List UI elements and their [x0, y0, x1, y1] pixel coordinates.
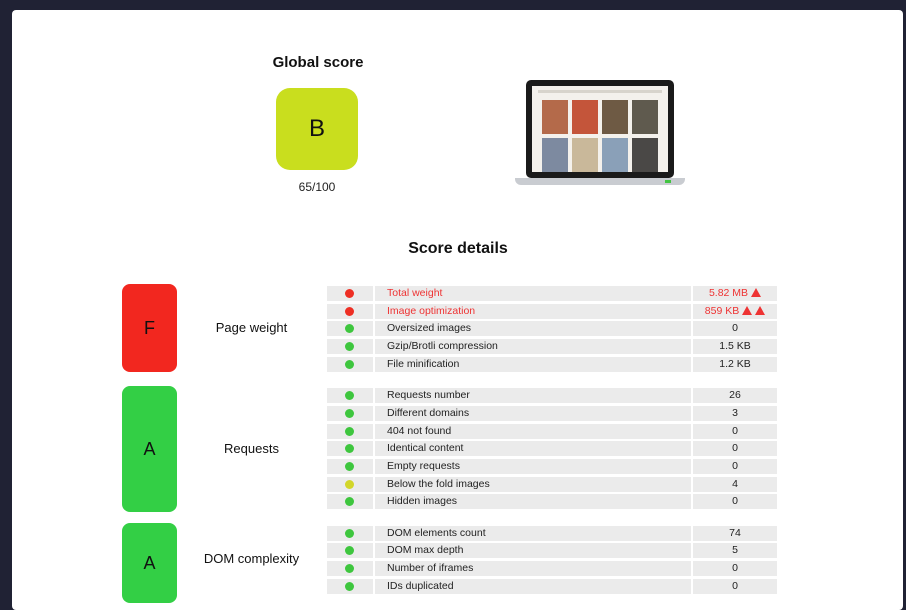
status-dot-icon: [345, 360, 354, 369]
category-grade-letter: A: [143, 438, 156, 459]
metric-value: 0: [693, 459, 777, 474]
category-grade-letter: A: [143, 552, 156, 573]
metric-name: Empty requests: [375, 459, 691, 474]
status-dot-icon: [345, 444, 354, 453]
status-dot-icon: [345, 582, 354, 591]
metric-row: Below the fold images 4: [327, 477, 777, 492]
metric-row: Total weight 5.82 MB: [327, 286, 777, 301]
category-grade-letter: F: [144, 317, 155, 338]
status-dot-icon: [345, 546, 354, 555]
metric-name: Hidden images: [375, 494, 691, 509]
page-screenshot-preview: [515, 80, 685, 188]
metric-name: File minification: [375, 357, 691, 372]
status-dot-icon: [345, 529, 354, 538]
status-dot-icon: [345, 342, 354, 351]
metric-name: Number of iframes: [375, 561, 691, 576]
status-dot-icon: [345, 427, 354, 436]
metric-row: DOM elements count 74: [327, 526, 777, 541]
metric-value: 5.82 MB: [693, 286, 777, 301]
status-dot-icon: [345, 497, 354, 506]
metric-value: 1.5 KB: [693, 339, 777, 354]
warning-icon: [742, 306, 753, 315]
metric-row: DOM max depth 5: [327, 543, 777, 558]
status-dot-icon: [345, 564, 354, 573]
metric-row: File minification 1.2 KB: [327, 357, 777, 372]
metric-name: Total weight: [375, 286, 691, 301]
category-grade-badge: A: [122, 523, 177, 603]
metric-name: Requests number: [375, 388, 691, 403]
metric-value: 5: [693, 543, 777, 558]
global-grade-letter: B: [308, 115, 325, 142]
metric-row: Image optimization 859 KB: [327, 304, 777, 319]
metric-name: 404 not found: [375, 424, 691, 439]
metric-row: Identical content 0: [327, 441, 777, 456]
metric-name: Oversized images: [375, 321, 691, 336]
metric-value: 0: [693, 579, 777, 594]
metric-value: 0: [693, 321, 777, 336]
metric-value: 859 KB: [693, 304, 777, 319]
metric-name: Gzip/Brotli compression: [375, 339, 691, 354]
metric-value: 0: [693, 561, 777, 576]
category-label: DOM complexity: [203, 551, 300, 566]
metric-value: 0: [693, 441, 777, 456]
metric-row: Different domains 3: [327, 406, 777, 421]
status-dot-icon: [345, 307, 354, 316]
metric-name: Below the fold images: [375, 477, 691, 492]
status-dot-icon: [345, 391, 354, 400]
metric-row: Number of iframes 0: [327, 561, 777, 576]
metric-row: Gzip/Brotli compression 1.5 KB: [327, 339, 777, 354]
metric-row: Empty requests 0: [327, 459, 777, 474]
metric-name: DOM elements count: [375, 526, 691, 541]
metric-value: 4: [693, 477, 777, 492]
metric-name: Image optimization: [375, 304, 691, 319]
category-grade-badge: F: [122, 284, 177, 372]
status-dot-icon: [345, 324, 354, 333]
metric-row: IDs duplicated 0: [327, 579, 777, 594]
metric-value: 0: [693, 424, 777, 439]
category-grade-badge: A: [122, 386, 177, 512]
global-grade-badge: B: [276, 88, 358, 170]
metric-row: Oversized images 0: [327, 321, 777, 336]
metric-name: IDs duplicated: [375, 579, 691, 594]
metric-value: 74: [693, 526, 777, 541]
metric-row: Hidden images 0: [327, 494, 777, 509]
metric-name: Different domains: [375, 406, 691, 421]
metric-value: 1.2 KB: [693, 357, 777, 372]
metric-value: 3: [693, 406, 777, 421]
status-dot-icon: [345, 480, 354, 489]
status-dot-icon: [345, 462, 354, 471]
global-score-title: Global score: [272, 54, 364, 71]
laptop-icon: [526, 80, 674, 178]
status-dot-icon: [345, 289, 354, 298]
category-label: Requests: [224, 441, 279, 456]
score-details-title: Score details: [408, 240, 508, 257]
metric-value: 26: [693, 388, 777, 403]
status-dot-icon: [345, 409, 354, 418]
global-score-value: 65/100: [298, 180, 336, 194]
metric-row: Requests number 26: [327, 388, 777, 403]
category-label: Page weight: [215, 320, 288, 335]
metric-name: Identical content: [375, 441, 691, 456]
metric-name: DOM max depth: [375, 543, 691, 558]
warning-icon: [755, 306, 766, 315]
site-thumbnail: [532, 86, 668, 172]
metric-row: 404 not found 0: [327, 424, 777, 439]
metric-value: 0: [693, 494, 777, 509]
warning-icon: [751, 288, 762, 297]
